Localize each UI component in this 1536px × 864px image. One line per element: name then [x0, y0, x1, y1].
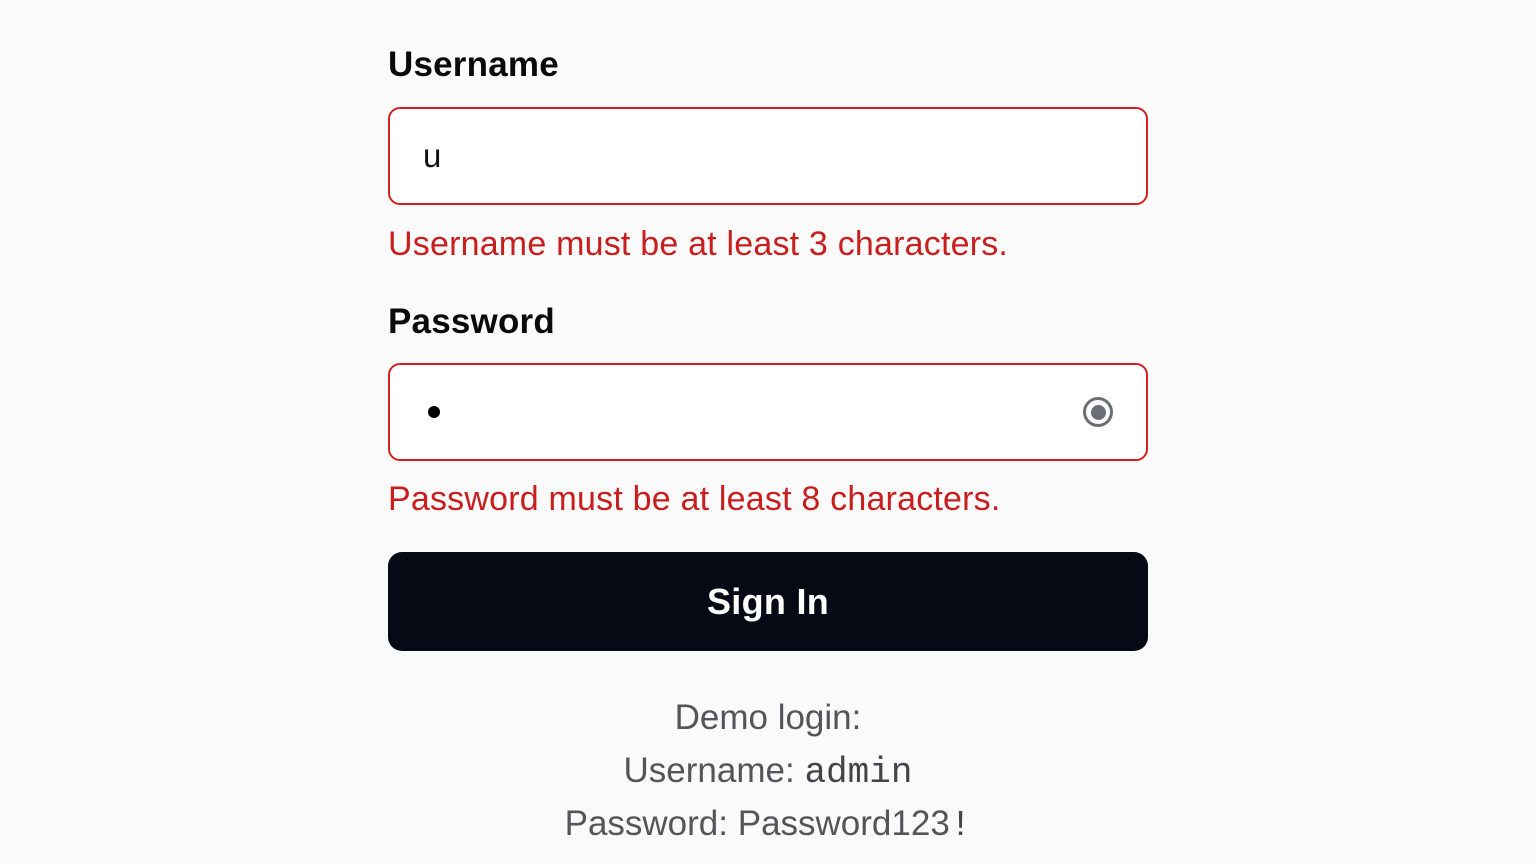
password-label: Password — [388, 302, 555, 341]
username-input-value[interactable]: u — [423, 109, 441, 202]
username-field[interactable]: u — [388, 107, 1148, 205]
eye-pupil — [1090, 404, 1106, 420]
password-error: Password must be at least 8 characters. — [388, 480, 1001, 518]
demo-password-suffix: ! — [949, 805, 972, 846]
password-mask-dot — [428, 406, 440, 418]
sign-in-button[interactable]: Sign In — [388, 552, 1148, 651]
demo-username-prefix: Username: — [623, 751, 805, 790]
demo-login-heading: Demo login: — [674, 698, 862, 737]
demo-username-line: Username: admin — [0, 751, 1536, 793]
username-error: Username must be at least 3 characters. — [388, 225, 1009, 263]
username-label: Username — [388, 45, 559, 84]
demo-username-value: admin — [804, 752, 913, 793]
password-field[interactable] — [388, 363, 1148, 461]
demo-password-prefix: Password: — [564, 804, 738, 843]
demo-password-line: Password: Password123! — [0, 804, 1536, 846]
eye-icon[interactable] — [1083, 397, 1113, 427]
demo-password-value: Password123 — [737, 804, 950, 843]
